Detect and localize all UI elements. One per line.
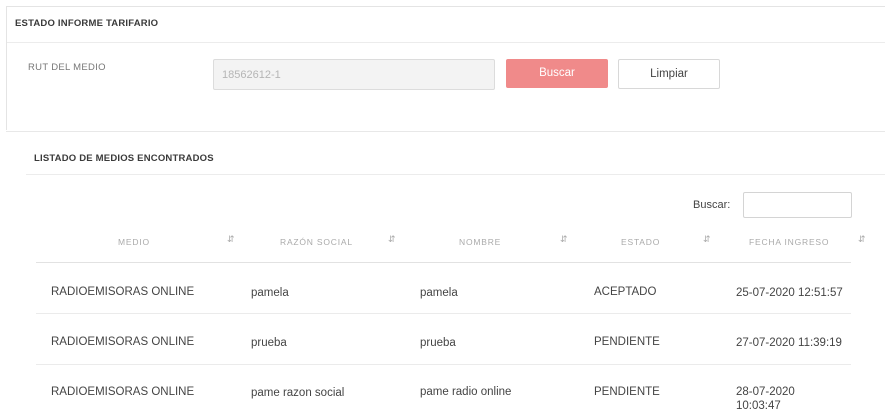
table-search-input[interactable] [743, 192, 852, 218]
cell-fecha-ingreso: 28-07-2020 10:03:47 [736, 386, 795, 412]
divider [26, 174, 885, 175]
cell-estado: ACEPTADO [594, 286, 657, 298]
cell-fecha-ingreso: 27-07-2020 11:39:19 [736, 337, 842, 349]
cell-estado: PENDIENTE [594, 336, 660, 348]
cell-razon-social: pamela [251, 287, 289, 299]
column-header-fecha-ingreso[interactable]: FECHA INGRESO [749, 237, 829, 247]
column-header-medio[interactable]: MEDIO [118, 237, 150, 247]
column-header-estado[interactable]: ESTADO [621, 237, 660, 247]
column-header-razon-social[interactable]: RAZÓN SOCIAL [280, 237, 353, 247]
buscar-button[interactable]: Buscar [506, 59, 608, 88]
row-divider [36, 313, 851, 314]
cell-razon-social: prueba [251, 337, 287, 349]
listado-title: LISTADO DE MEDIOS ENCONTRADOS [34, 153, 214, 164]
cell-medio: RADIOEMISORAS ONLINE [51, 386, 195, 398]
sort-icon[interactable]: ⇵ [703, 234, 711, 245]
table-search-label: Buscar: [693, 199, 731, 211]
column-header-nombre[interactable]: NOMBRE [459, 237, 501, 247]
cell-medio: RADIOEMISORAS ONLINE [51, 336, 195, 348]
cell-nombre: prueba [420, 337, 456, 349]
sort-icon[interactable]: ⇵ [227, 234, 235, 245]
cell-estado: PENDIENTE [594, 386, 660, 398]
cell-nombre: pamela [420, 287, 458, 299]
cell-fecha-ingreso: 25-07-2020 12:51:57 [736, 287, 843, 299]
rut-input[interactable] [213, 59, 495, 90]
table-header-divider [36, 262, 851, 263]
cell-nombre: pame radio online [420, 386, 512, 398]
sort-icon[interactable]: ⇵ [560, 234, 568, 245]
panel-header: ESTADO INFORME TARIFARIO [7, 7, 885, 43]
row-divider [36, 364, 851, 365]
page-title: ESTADO INFORME TARIFARIO [15, 18, 159, 29]
sort-icon[interactable]: ⇵ [388, 234, 396, 245]
sort-icon[interactable]: ⇵ [858, 234, 866, 245]
rut-label: RUT DEL MEDIO [28, 62, 106, 73]
limpiar-button[interactable]: Limpiar [618, 59, 720, 89]
cell-medio: RADIOEMISORAS ONLINE [51, 286, 195, 298]
cell-razon-social: pame razon social [251, 387, 345, 399]
